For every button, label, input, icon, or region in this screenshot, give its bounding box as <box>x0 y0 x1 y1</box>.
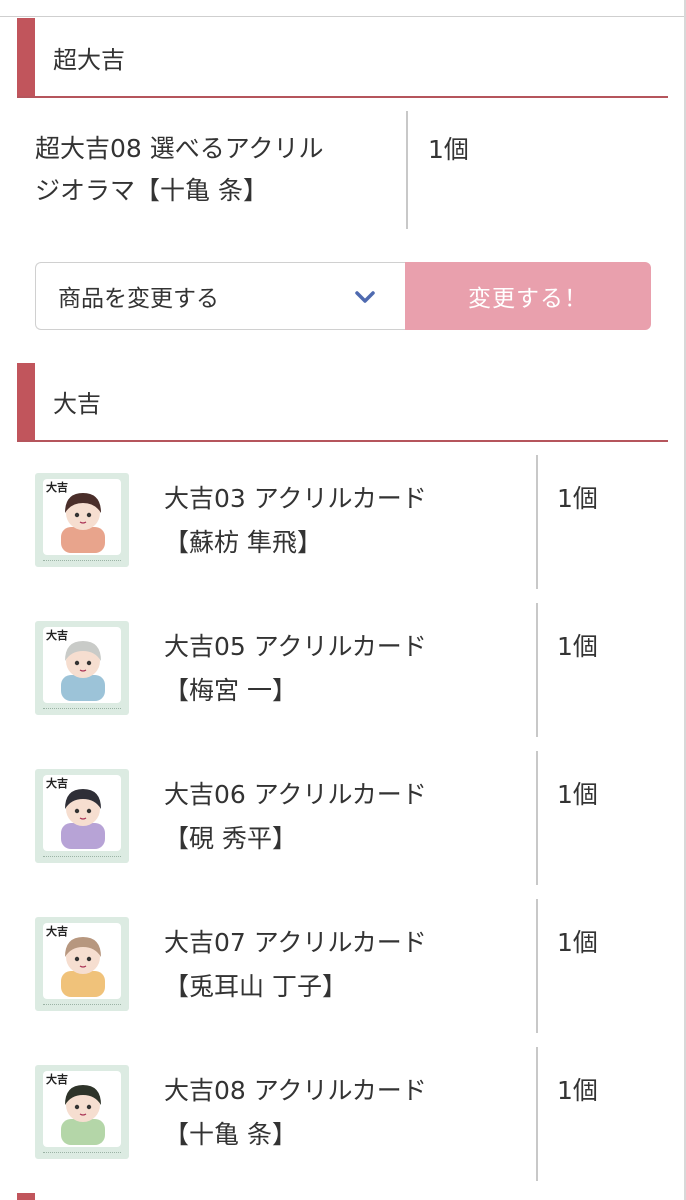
list-item: 大吉 大吉03 アクリルカード 【蘇枋 隼飛】 1個 <box>0 455 686 603</box>
card-footer-text <box>43 1152 121 1156</box>
item-name-line2: 【蘇枋 隼飛】 <box>164 528 322 557</box>
item-name: 大吉05 アクリルカード 【梅宮 一】 <box>164 625 504 713</box>
featured-item-name-line2: ジオラマ【十亀 条】 <box>35 176 268 205</box>
item-name-line1: 大吉07 アクリルカード <box>164 928 427 957</box>
acrylic-card-image: 大吉 <box>43 479 121 555</box>
featured-item-name: 超大吉08 選べるアクリル ジオラマ【十亀 条】 <box>35 128 395 212</box>
item-quantity: 1個 <box>557 780 598 809</box>
item-name-line2: 【十亀 条】 <box>164 1120 297 1149</box>
section-header-daikichi: 大吉 <box>17 363 668 442</box>
item-quantity: 1個 <box>557 928 598 957</box>
item-name-line2: 【硯 秀平】 <box>164 824 297 853</box>
card-footer-text <box>43 560 121 564</box>
list-item: 大吉 大吉06 アクリルカード 【硯 秀平】 1個 <box>0 751 686 899</box>
list-item: 大吉 大吉05 アクリルカード 【梅宮 一】 1個 <box>0 603 686 751</box>
item-name-line1: 大吉06 アクリルカード <box>164 780 427 809</box>
change-product-select[interactable]: 商品を変更する <box>35 262 405 330</box>
next-section-accent-bar <box>17 1193 35 1200</box>
featured-item-name-line1: 超大吉08 選べるアクリル <box>35 134 324 163</box>
item-quantity: 1個 <box>557 1076 598 1105</box>
item-name-line2: 【梅宮 一】 <box>164 676 297 705</box>
item-name-line1: 大吉03 アクリルカード <box>164 484 427 513</box>
item-thumbnail: 大吉 <box>35 1065 129 1159</box>
column-divider <box>536 603 538 737</box>
acrylic-card-image: 大吉 <box>43 923 121 999</box>
column-divider <box>406 111 408 229</box>
item-thumbnail: 大吉 <box>35 621 129 715</box>
change-button[interactable]: 変更する！ <box>405 262 651 330</box>
item-name-line1: 大吉08 アクリルカード <box>164 1076 427 1105</box>
column-divider <box>536 1047 538 1181</box>
list-item: 大吉 大吉08 アクリルカード 【十亀 条】 1個 <box>0 1047 686 1195</box>
character-illustration <box>61 937 105 997</box>
item-name-line2: 【兎耳山 丁子】 <box>164 972 347 1001</box>
card-footer-text <box>43 1004 121 1008</box>
column-divider <box>536 751 538 885</box>
section-accent-bar <box>17 363 35 440</box>
featured-item-quantity: 1個 <box>428 135 469 164</box>
character-illustration <box>61 789 105 849</box>
item-thumbnail: 大吉 <box>35 473 129 567</box>
section-title: 大吉 <box>53 390 101 418</box>
item-name: 大吉08 アクリルカード 【十亀 条】 <box>164 1069 504 1157</box>
section-header-super-daikichi: 超大吉 <box>17 18 668 98</box>
item-name-line1: 大吉05 アクリルカード <box>164 632 427 661</box>
acrylic-card-image: 大吉 <box>43 627 121 703</box>
item-thumbnail: 大吉 <box>35 917 129 1011</box>
section-accent-bar <box>17 18 35 96</box>
item-quantity: 1個 <box>557 484 598 513</box>
item-thumbnail: 大吉 <box>35 769 129 863</box>
top-frame-edge <box>0 0 686 17</box>
character-illustration <box>61 493 105 553</box>
character-illustration <box>61 1085 105 1145</box>
column-divider <box>536 455 538 589</box>
acrylic-card-image: 大吉 <box>43 775 121 851</box>
chevron-down-icon <box>355 291 375 303</box>
select-value: 商品を変更する <box>58 286 219 312</box>
acrylic-card-image: 大吉 <box>43 1071 121 1147</box>
item-quantity: 1個 <box>557 632 598 661</box>
item-name: 大吉07 アクリルカード 【兎耳山 丁子】 <box>164 921 504 1009</box>
character-illustration <box>61 641 105 701</box>
prize-list-page: 超大吉 超大吉08 選べるアクリル ジオラマ【十亀 条】 1個 商品を変更する … <box>0 0 686 1200</box>
column-divider <box>536 899 538 1033</box>
section-title: 超大吉 <box>53 45 125 74</box>
card-footer-text <box>43 856 121 860</box>
item-name: 大吉03 アクリルカード 【蘇枋 隼飛】 <box>164 477 504 565</box>
card-footer-text <box>43 708 121 712</box>
list-item: 大吉 大吉07 アクリルカード 【兎耳山 丁子】 1個 <box>0 899 686 1047</box>
item-name: 大吉06 アクリルカード 【硯 秀平】 <box>164 773 504 861</box>
